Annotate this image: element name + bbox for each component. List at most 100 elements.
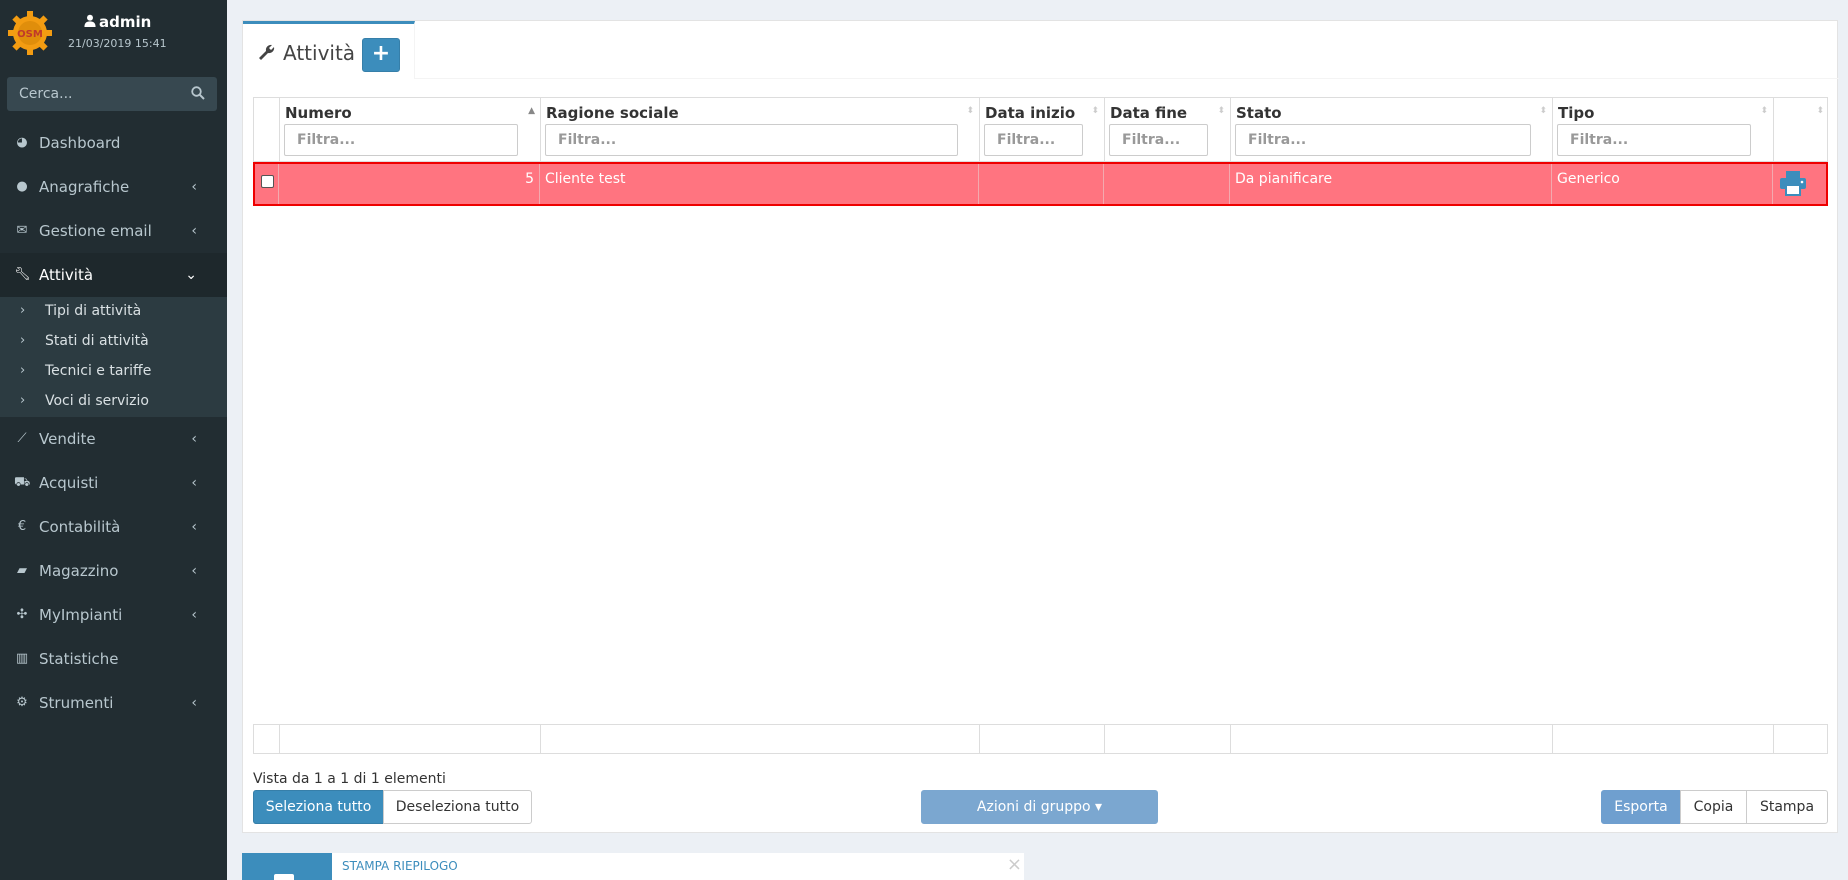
widget-title[interactable]: STAMPA RIEPILOGO <box>342 859 458 873</box>
export-button[interactable]: Esporta <box>1601 790 1681 824</box>
cell-numero-value: 5 <box>525 171 534 187</box>
footer-cell <box>280 725 541 753</box>
tab-bar: Attività + <box>243 21 1839 79</box>
sidebar-item-myimpianti[interactable]: ✣ MyImpianti ‹ <box>0 593 227 637</box>
widget-icon-box <box>242 853 332 880</box>
chevron-left-icon: ‹ <box>191 519 197 535</box>
group-actions-button[interactable]: Azioni di gruppo ▾ <box>921 790 1158 824</box>
close-icon[interactable]: × <box>1007 854 1022 875</box>
search-input[interactable] <box>7 77 185 111</box>
sort-icon[interactable]: ⬍ <box>1760 106 1768 116</box>
filter-stato-input[interactable] <box>1235 124 1531 156</box>
sidebar-item-gestione-email[interactable]: ✉ Gestione email ‹ <box>0 209 227 253</box>
sort-asc-icon[interactable]: ▲ <box>528 106 535 116</box>
header-label: Stato <box>1236 104 1282 122</box>
sidebar-item-label: Acquisti <box>39 474 99 492</box>
wrench-icon <box>259 44 275 60</box>
stampa-riepilogo-widget: STAMPA RIEPILOGO × <box>242 853 1024 880</box>
header-actions: ⬍ <box>1774 98 1829 161</box>
user-name-label: admin <box>99 13 152 31</box>
sort-icon[interactable]: ⬍ <box>1816 106 1824 116</box>
header-tipo[interactable]: Tipo ⬍ <box>1553 98 1774 161</box>
submenu-item-stati-attivita[interactable]: › Stati di attività <box>0 327 227 357</box>
sidebar-item-acquisti[interactable]: ⛟ Acquisti ‹ <box>0 461 227 505</box>
osm-logo[interactable]: OSM <box>7 10 53 56</box>
sidebar-item-vendite[interactable]: ⟋ Vendite ‹ <box>0 417 227 461</box>
sidebar-item-magazzino[interactable]: ▰ Magazzino ‹ <box>0 549 227 593</box>
table-row[interactable]: 5 Cliente test Da pianificare Generico <box>253 162 1828 206</box>
attivita-submenu: › Tipi di attività › Stati di attività ›… <box>0 297 227 417</box>
dashboard-icon: ◕ <box>16 135 28 150</box>
filter-data-inizio-input[interactable] <box>984 124 1083 156</box>
sidebar-item-contabilita[interactable]: € Contabilità ‹ <box>0 505 227 549</box>
chevron-left-icon: ‹ <box>191 607 197 623</box>
filter-ragione-sociale-input[interactable] <box>545 124 958 156</box>
filter-data-fine-input[interactable] <box>1109 124 1208 156</box>
chevron-left-icon: ‹ <box>191 431 197 447</box>
cell-tipo: Generico <box>1552 164 1773 204</box>
submenu-item-voci-servizio[interactable]: › Voci di servizio <box>0 387 227 417</box>
submenu-item-tecnici-tariffe[interactable]: › Tecnici e tariffe <box>0 357 227 387</box>
svg-text:OSM: OSM <box>17 29 43 40</box>
truck-icon: ▰ <box>17 563 27 578</box>
filter-numero-input[interactable] <box>284 124 518 156</box>
wrench-icon: 🔧︎ <box>14 267 31 282</box>
sort-icon[interactable]: ⬍ <box>1091 106 1099 116</box>
header-data-fine[interactable]: Data fine ⬍ <box>1105 98 1231 161</box>
envelope-icon: ✉ <box>16 223 28 238</box>
submenu-item-label: Tecnici e tariffe <box>45 363 152 379</box>
sort-icon[interactable]: ⬍ <box>966 106 974 116</box>
header-checkbox-cell <box>254 98 280 161</box>
table-info: Vista da 1 a 1 di 1 elementi <box>253 771 446 787</box>
chevron-right-icon: › <box>20 303 26 318</box>
header-numero[interactable]: Numero ▲ <box>280 98 541 161</box>
sidebar-search <box>7 77 217 111</box>
euro-icon: € <box>17 519 27 534</box>
footer-cell <box>254 725 280 753</box>
header-data-inizio[interactable]: Data inizio ⬍ <box>980 98 1105 161</box>
sidebar-item-statistiche[interactable]: ▥ Statistiche <box>0 637 227 681</box>
sidebar-item-label: Contabilità <box>39 518 121 536</box>
brand-header: OSM admin 21/03/2019 15:41 <box>0 0 227 69</box>
cell-stato-value: Da pianificare <box>1235 171 1333 187</box>
tab-attivita[interactable]: Attività + <box>243 21 415 79</box>
add-button[interactable]: + <box>362 38 400 72</box>
header-stato[interactable]: Stato ⬍ <box>1231 98 1553 161</box>
print-icon[interactable] <box>1779 170 1807 196</box>
chevron-right-icon: › <box>20 393 26 408</box>
cell-actions <box>1773 164 1826 204</box>
header-label: Ragione sociale <box>546 104 679 122</box>
sort-icon[interactable]: ⬍ <box>1217 106 1225 116</box>
sidebar-item-strumenti[interactable]: ⚙ Strumenti ‹ <box>0 681 227 725</box>
header-label: Numero <box>285 104 352 122</box>
submenu-item-label: Tipi di attività <box>45 303 142 319</box>
sidebar-item-label: Statistiche <box>39 650 119 668</box>
sidebar-item-label: Gestione email <box>39 222 152 240</box>
sidebar-item-label: Magazzino <box>39 562 119 580</box>
gear-icon: ⚙ <box>16 695 28 710</box>
sort-icon[interactable]: ⬍ <box>1539 106 1547 116</box>
deselect-all-button[interactable]: Deseleziona tutto <box>383 790 532 824</box>
sidebar-item-label: Anagrafiche <box>39 178 130 196</box>
main-panel: Attività + Numero ▲ Ragione sociale ⬍ Da… <box>242 20 1839 833</box>
print-button[interactable]: Stampa <box>1746 790 1828 824</box>
filter-tipo-input[interactable] <box>1557 124 1751 156</box>
sidebar-item-attivita[interactable]: 🔧︎ Attività ⌄ <box>0 253 227 297</box>
submenu-item-tipi-attivita[interactable]: › Tipi di attività <box>0 297 227 327</box>
sidebar-item-anagrafiche[interactable]: ● Anagrafiche ‹ <box>0 165 227 209</box>
row-checkbox[interactable] <box>261 175 274 188</box>
cell-data-fine <box>1104 164 1230 204</box>
chevron-left-icon: ‹ <box>191 223 197 239</box>
footer-cell <box>1105 725 1231 753</box>
search-icon[interactable] <box>191 86 205 100</box>
cell-tipo-value: Generico <box>1557 171 1620 187</box>
user-name[interactable]: admin <box>84 13 151 31</box>
sidebar-item-dashboard[interactable]: ◕ Dashboard <box>0 121 227 165</box>
chevron-left-icon: ‹ <box>191 475 197 491</box>
select-all-button[interactable]: Seleziona tutto <box>253 790 384 824</box>
cell-ragione-sociale: Cliente test <box>540 164 979 204</box>
header-ragione-sociale[interactable]: Ragione sociale ⬍ <box>541 98 980 161</box>
chevron-left-icon: ‹ <box>191 563 197 579</box>
cart-icon: ⛟ <box>14 475 31 490</box>
copy-button[interactable]: Copia <box>1680 790 1747 824</box>
